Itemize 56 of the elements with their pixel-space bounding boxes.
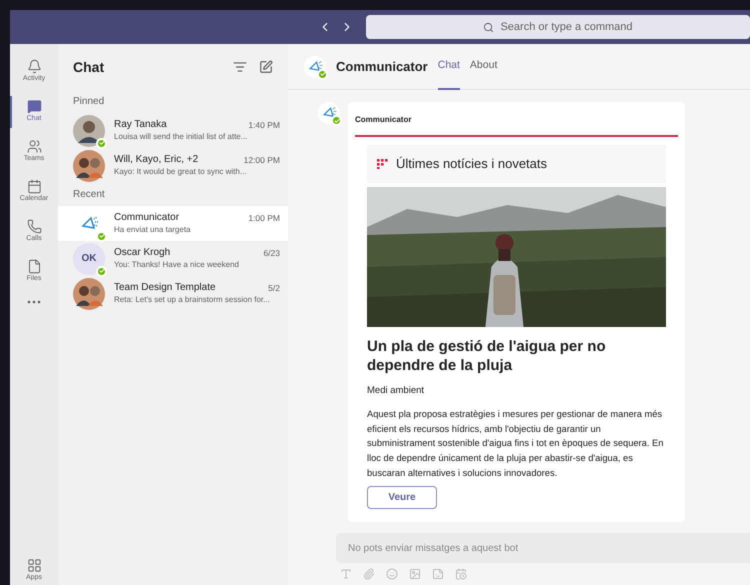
tab[interactable]: Chat [438, 44, 460, 90]
calls-icon [26, 219, 42, 234]
chat-item[interactable]: OK Oscar Krogh 6/23 You: Thanks! Have a nice weekend [58, 241, 288, 276]
view-button[interactable]: Veure [367, 486, 437, 510]
chat-icon [26, 99, 42, 114]
message-time: 12:00 PM [244, 154, 280, 166]
section-heading: Pinned [72, 95, 106, 109]
sender-name: Communicator [355, 114, 412, 126]
search-field[interactable]: Search or type a command [366, 15, 750, 39]
card-title: Un pla de gestió de l'aigua per no dependre de la pluja [367, 337, 607, 375]
message-preview: Ha enviat una targeta [114, 224, 192, 236]
filter-icon[interactable] [233, 60, 247, 74]
compose-field[interactable]: No pots enviar missatges a aquest bot [336, 533, 750, 563]
attach-icon[interactable] [363, 568, 375, 580]
group-avatar [73, 278, 105, 310]
calendar-icon [26, 179, 42, 194]
dots-logo-icon [377, 159, 388, 169]
schedule-icon[interactable] [455, 568, 467, 580]
new-chat-icon[interactable] [259, 60, 273, 74]
contact-name: Communicator [114, 212, 180, 224]
card-category: Medi ambient [367, 384, 426, 398]
search-icon [483, 22, 494, 32]
format-icon[interactable] [340, 568, 352, 580]
group-avatar [73, 150, 105, 182]
more-icon[interactable] [27, 300, 41, 304]
contact-name: Oscar Krogh [114, 246, 170, 258]
section-heading: Recent [72, 188, 106, 202]
bell-icon [26, 59, 42, 74]
files-icon [26, 259, 42, 274]
message-preview: Louisa will send the initial list of atte... [114, 130, 248, 142]
chat-item[interactable]: Team Design Template 5/2 Reta: Let's set up a brainstorm session for... [58, 276, 288, 311]
message-time: 1:40 PM [248, 118, 280, 130]
contact-name: Team Design Template [114, 282, 216, 294]
message-time: 5/2 [268, 282, 280, 294]
emoji-icon[interactable] [386, 568, 398, 580]
card-header: Últimes notícies i novetats [367, 145, 666, 183]
message-time: 6/23 [263, 246, 280, 258]
message-preview: You: Thanks! Have a nice weekend [114, 258, 240, 270]
apps-icon [26, 558, 42, 572]
contact-name: Will, Kayo, Eric, +2 [114, 154, 198, 166]
sticker-icon[interactable] [432, 568, 444, 580]
contact-name: Ray Tanaka [114, 118, 167, 130]
chat-item[interactable]: Communicator 1:00 PM Ha enviat una targeta [58, 206, 288, 241]
card-body: Aquest pla proposa estratègies i mesures per gestionar de manera més eficient els recursos hídrics, amb l'objectiu de garantir un subministrament sostenible d'aigua fins i tot en èpoques de sequera. En lloc de dependre únicament de la pluja per abastir-se d'aigua, es buscaran alternatives i solucions innovadores. [367, 408, 664, 480]
teams-icon [26, 139, 42, 154]
tab[interactable]: About [470, 44, 498, 90]
message-preview: Reta: Let's set up a brainstorm session for... [114, 294, 271, 306]
message-preview: Kayo: It would be great to sync with... [114, 166, 248, 178]
chat-item[interactable]: Will, Kayo, Eric, +2 12:00 PM Kayo: It would be great to sync with... [58, 148, 288, 183]
avatar: OK [73, 242, 105, 274]
avatar [73, 114, 105, 146]
chat-item[interactable]: Ray Tanaka 1:40 PM Louisa will send the initial list of atte... [58, 113, 288, 148]
conversation-title: Communicator [336, 58, 428, 76]
panel-title: Chat [73, 58, 104, 76]
image-icon[interactable] [409, 568, 421, 580]
message-time: 1:00 PM [248, 212, 280, 224]
